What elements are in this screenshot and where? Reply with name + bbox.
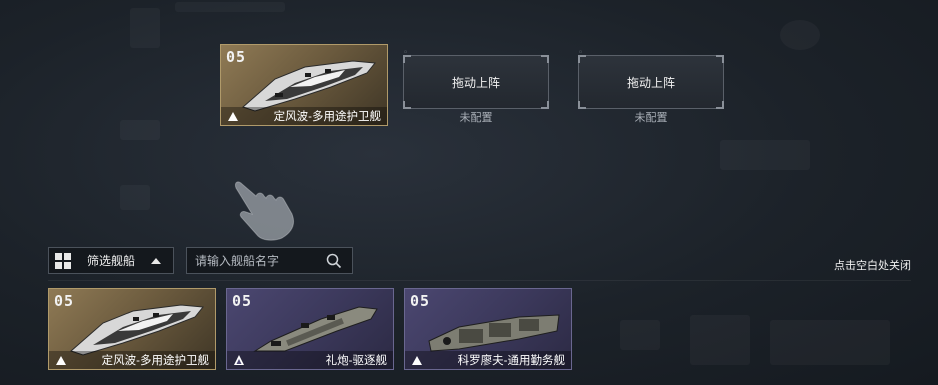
ship-name: 定风波-多用途护卫舰 [221,107,387,125]
background-panel [130,8,160,48]
rank-triangle-icon [228,112,238,121]
formation-slot-filled[interactable]: 05 定风波-多用途护卫舰 [220,44,388,126]
slot-status-label: 未配置 [634,112,668,124]
ship-search-field[interactable] [186,247,353,274]
ship-card[interactable]: 05 科罗廖夫-通用勤务舰 [404,288,572,370]
ship-escort-icon [70,304,204,356]
background-panel [120,120,160,140]
background-panel [175,2,285,12]
ship-name: 定风波-多用途护卫舰 [49,351,215,369]
rank-triangle-icon [56,356,66,365]
drag-hint-hand-icon [235,181,295,241]
background-panel [780,20,820,50]
filter-ships-button[interactable]: 筛选舰船 [48,247,174,274]
ship-destroyer-icon [253,306,378,352]
ship-name: 礼炮-驱逐舰 [227,351,393,369]
rank-triangle-icon [234,355,244,365]
ship-service-vessel-icon [428,314,560,352]
background-panel [720,140,810,170]
search-input[interactable] [187,248,317,273]
background-panel [120,185,150,210]
ship-card[interactable]: 05 定风波-多用途护卫舰 [48,288,216,370]
rank-triangle-icon [412,356,422,365]
background-panel [770,320,890,365]
grid-icon [55,252,71,269]
ship-escort-icon [242,60,376,112]
formation-slot-empty-1[interactable]: 拖动上阵 [403,55,549,109]
slot-action-label: 拖动上阵 [626,75,675,90]
close-hint[interactable]: 点击空白处关闭 [834,257,911,273]
divider [48,280,911,281]
slot-status-label: 未配置 [459,112,493,124]
ship-name: 科罗廖夫-通用勤务舰 [405,351,571,369]
filter-label: 筛选舰船 [87,254,136,268]
formation-slot-empty-2[interactable]: 拖动上阵 [578,55,724,109]
ship-card[interactable]: 05 礼炮-驱逐舰 [226,288,394,370]
search-icon[interactable] [326,253,342,269]
caret-up-icon [151,257,162,264]
slot-action-label: 拖动上阵 [451,75,500,90]
background-panel [690,315,750,365]
background-panel [620,320,660,350]
